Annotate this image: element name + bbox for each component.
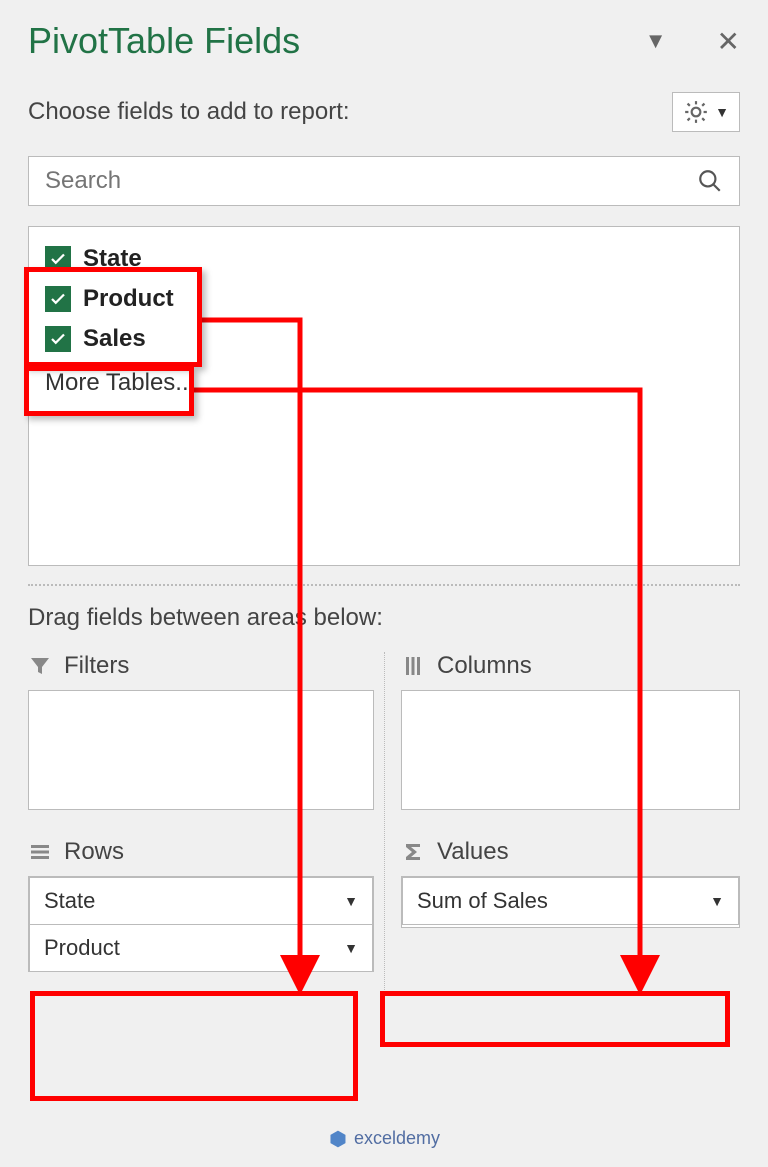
pane-header: PivotTable Fields ▼ ✕ (28, 20, 740, 62)
columns-area-title: Columns (437, 652, 532, 680)
divider (28, 584, 740, 586)
field-label: State (83, 245, 142, 273)
field-label: Product (83, 285, 174, 313)
filters-area-title: Filters (64, 652, 129, 680)
chip-label: Sum of Sales (417, 888, 548, 914)
settings-button[interactable]: ▼ (672, 92, 740, 132)
field-item-state[interactable]: State (41, 239, 727, 279)
columns-icon (401, 654, 425, 678)
values-drop-area[interactable]: Sum of Sales ▼ (401, 876, 740, 928)
gear-icon (683, 99, 709, 125)
rows-area-title: Rows (64, 838, 124, 866)
values-area-title: Values (437, 838, 509, 866)
filter-icon (28, 654, 52, 678)
field-label: Sales (83, 325, 146, 353)
checkbox-checked[interactable] (45, 326, 71, 352)
choose-fields-label: Choose fields to add to report: (28, 98, 350, 126)
checkbox-checked[interactable] (45, 286, 71, 312)
chevron-down-icon: ▼ (344, 940, 358, 956)
rows-icon (28, 840, 52, 864)
field-item-sales[interactable]: Sales (41, 319, 727, 359)
chip-label: Product (44, 935, 120, 961)
row-chip-product[interactable]: Product ▼ (29, 924, 373, 972)
check-icon (49, 290, 67, 308)
close-button[interactable]: ✕ (717, 25, 740, 58)
pane-options-button[interactable]: ▼ (645, 28, 667, 54)
columns-drop-area[interactable] (401, 690, 740, 810)
filters-drop-area[interactable] (28, 690, 374, 810)
check-icon (49, 250, 67, 268)
watermark-text: exceldemy (354, 1128, 440, 1149)
logo-icon (328, 1129, 348, 1149)
value-chip-sum-sales[interactable]: Sum of Sales ▼ (402, 877, 739, 925)
search-input[interactable] (45, 167, 697, 195)
rows-drop-area[interactable]: State ▼ Product ▼ (28, 876, 374, 972)
chevron-down-icon: ▼ (344, 893, 358, 909)
watermark: exceldemy (328, 1128, 440, 1149)
chevron-down-icon: ▼ (715, 104, 729, 120)
more-tables-link[interactable]: More Tables... (41, 359, 727, 401)
search-icon (697, 168, 723, 194)
sigma-icon (401, 840, 425, 864)
row-chip-state[interactable]: State ▼ (29, 877, 373, 925)
field-item-product[interactable]: Product (41, 279, 727, 319)
checkbox-checked[interactable] (45, 246, 71, 272)
check-icon (49, 330, 67, 348)
drag-instructions: Drag fields between areas below: (28, 604, 740, 632)
pane-title: PivotTable Fields (28, 20, 300, 62)
annotation-highlight (30, 991, 358, 1101)
chevron-down-icon: ▼ (710, 893, 724, 909)
fields-list: State Product Sales More Tables... (28, 226, 740, 566)
search-field[interactable] (28, 156, 740, 206)
chip-label: State (44, 888, 95, 914)
